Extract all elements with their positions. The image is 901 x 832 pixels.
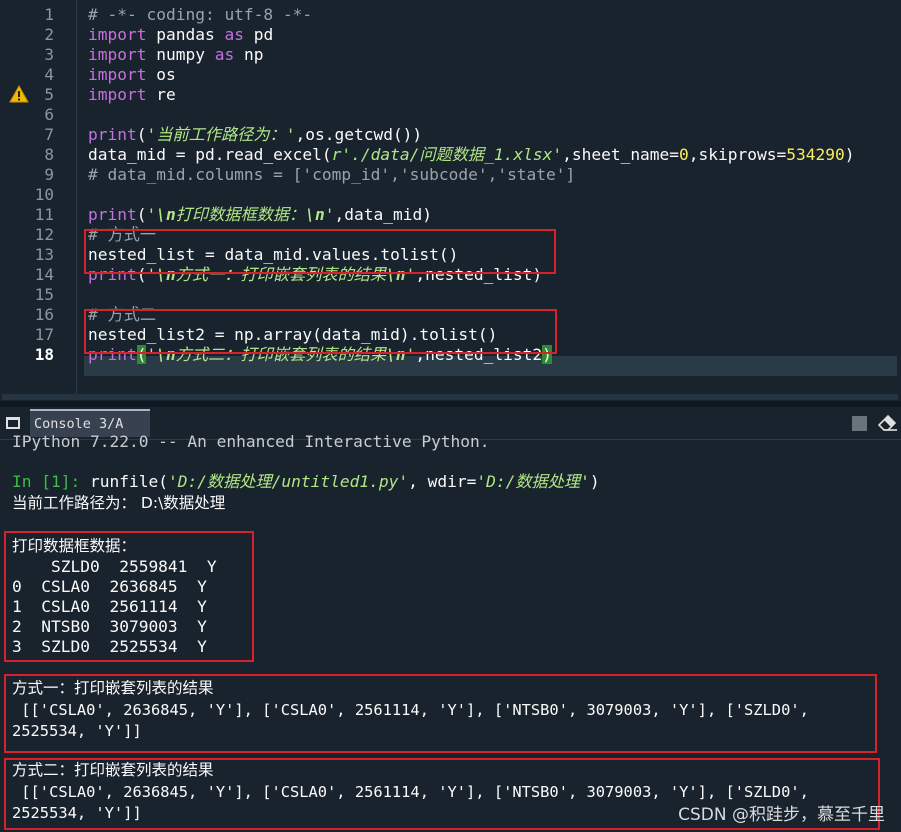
code-line[interactable]: data_mid = pd.read_excel(r'./data/问题数据_1… [88, 145, 855, 165]
code-editor[interactable]: 1 2 3 4 5 6 7 8 9 10 11 12 13 14 15 16 17 18 # -*- coding… [0, 0, 901, 400]
code-token: as [224, 25, 244, 44]
line-number: 15 [34, 285, 54, 304]
code-token: np [234, 45, 264, 64]
highlight-box-method1-output [4, 674, 877, 753]
highlight-box-method1-code [84, 229, 556, 274]
runfile-wdir-path: 'D:/数据处理' [476, 472, 590, 491]
line-number: 17 [34, 325, 54, 344]
line-number: 12 [34, 225, 54, 244]
warning-icon[interactable] [9, 85, 29, 103]
eraser-icon[interactable] [878, 415, 898, 431]
highlight-box-method2-code [84, 309, 557, 354]
code-line[interactable]: import os [88, 65, 176, 85]
code-line[interactable]: import pandas as pd [88, 25, 273, 45]
code-token: re [146, 85, 176, 104]
code-line[interactable]: # data_mid.columns = ['comp_id','subcode… [88, 165, 575, 185]
line-number: 14 [34, 265, 54, 284]
code-token: print [88, 125, 137, 144]
code-token: pd [243, 25, 274, 44]
line-number: 18 [34, 345, 54, 364]
code-token: 534290 [786, 145, 845, 164]
highlight-box-dataframe [4, 531, 254, 662]
runfile-call: runfile( [80, 472, 168, 491]
code-token: # -*- coding: utf-8 -*- [88, 5, 313, 24]
console-tab-icon[interactable] [6, 417, 20, 429]
console-prompt: In [1]: [12, 472, 81, 491]
line-number: 1 [44, 5, 54, 24]
code-token: ,data_mid) [334, 205, 432, 224]
line-number: 7 [44, 125, 54, 144]
console-input-line: In [1]: runfile('D:/数据处理/untitled1.py', … [12, 472, 600, 493]
runfile-path: 'D:/数据处理/untitled1.py' [167, 472, 409, 491]
code-token: import [88, 45, 147, 64]
console-banner: IPython 7.22.0 -- An enhanced Interactiv… [12, 432, 490, 451]
code-token: '当前工作路径为：' [146, 125, 296, 144]
code-token: data_mid = pd.read_excel( [88, 145, 332, 164]
code-token: ,skiprows= [688, 145, 787, 164]
code-token: 0 [679, 145, 689, 164]
line-number: 8 [44, 145, 54, 164]
code-token: \n [156, 205, 176, 224]
line-number: 11 [34, 205, 54, 224]
code-token: pandas [146, 25, 225, 44]
gutter-separator [76, 0, 77, 397]
code-line[interactable]: # -*- coding: utf-8 -*- [88, 5, 312, 25]
code-line[interactable]: import numpy as np [88, 45, 263, 65]
code-token: import [88, 85, 147, 104]
line-number: 3 [44, 45, 54, 64]
line-number: 13 [34, 245, 54, 264]
editor-horizontal-scrollbar[interactable] [2, 394, 898, 400]
code-token: numpy [146, 45, 215, 64]
code-token: import [88, 25, 147, 44]
code-line[interactable]: print('\n打印数据框数据：\n',data_mid) [88, 205, 432, 225]
line-number: 2 [44, 25, 54, 44]
runfile-close-paren: ) [589, 472, 600, 491]
watermark: CSDN @积跬步，慕至千里 [678, 805, 885, 825]
line-number: 4 [44, 65, 54, 84]
code-line[interactable]: import re [88, 85, 176, 105]
code-token: ' [146, 205, 157, 224]
code-token: ,os.getcwd()) [295, 125, 423, 144]
code-token: \n [305, 205, 325, 224]
runfile-wdir-label: , wdir= [408, 472, 477, 491]
line-number: 16 [34, 305, 54, 324]
line-number: 10 [34, 185, 54, 204]
code-token: r'./data/问题数据_1.xlsx' [331, 145, 563, 164]
stop-icon[interactable] [852, 416, 867, 431]
code-token: ,sheet_name= [562, 145, 680, 164]
code-line[interactable]: print('当前工作路径为：',os.getcwd()) [88, 125, 422, 145]
line-number: 9 [44, 165, 54, 184]
line-number-gutter: 1 2 3 4 5 6 7 8 9 10 11 12 13 14 15 16 17 18 [0, 0, 62, 397]
cwd-output: 当前工作路径为： D:\数据处理 [12, 494, 226, 512]
code-token: print [88, 205, 137, 224]
line-number: 6 [44, 105, 54, 124]
code-token: import [88, 65, 147, 84]
code-token: os [146, 65, 176, 84]
code-token: ) [844, 145, 855, 164]
code-token: as [214, 45, 235, 64]
console-output[interactable]: IPython 7.22.0 -- An enhanced Interactiv… [0, 432, 901, 832]
code-token: # data_mid.columns = ['comp_id','subcode… [88, 165, 576, 184]
code-token: 打印数据框数据： [175, 205, 306, 224]
